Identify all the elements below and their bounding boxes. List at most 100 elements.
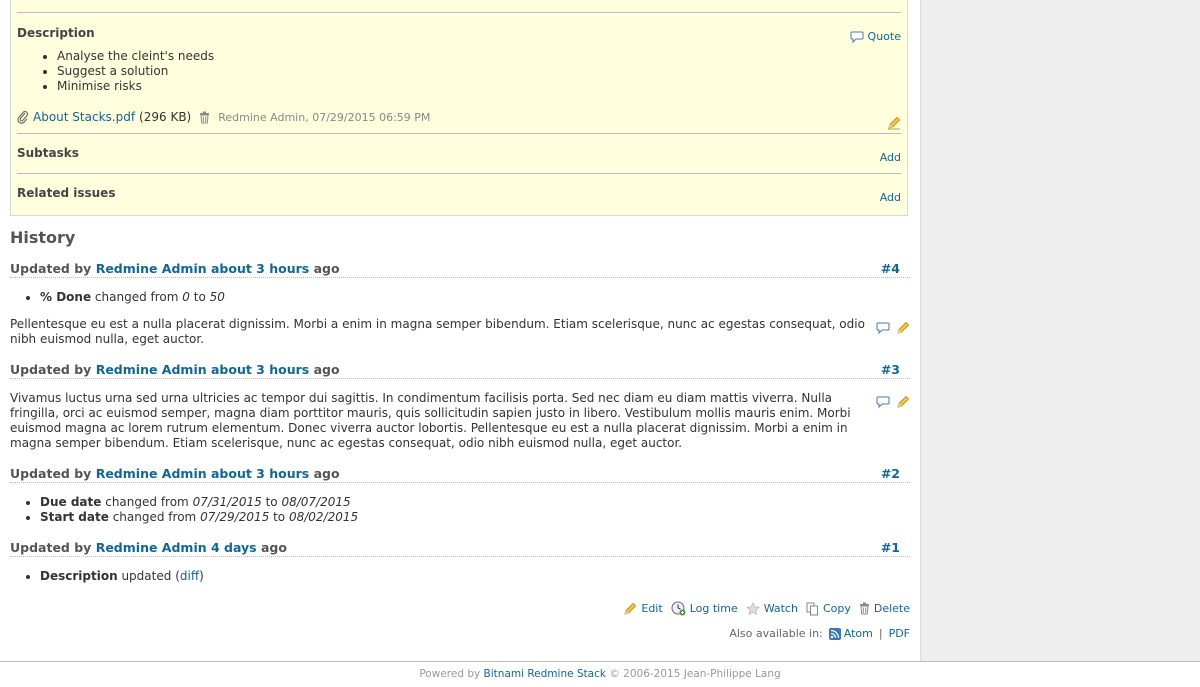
edit-link[interactable]: Edit (641, 602, 662, 615)
footer: Powered by Bitnami Redmine Stack © 2006-… (0, 661, 1200, 687)
footer-link[interactable]: Bitnami Redmine Stack (484, 668, 606, 680)
detail-verb: changed from (112, 510, 197, 524)
pencil-icon[interactable] (887, 116, 901, 130)
edit-icon (623, 602, 637, 616)
divider (17, 12, 901, 13)
detail-verb: updated (121, 569, 172, 583)
quote-label: Quote (867, 30, 901, 43)
author-link[interactable]: Redmine Admin (96, 466, 207, 481)
detail-from: 07/31/2015 (192, 495, 262, 509)
updated-by-label: Updated by (10, 540, 92, 555)
detail-from: 0 (182, 290, 190, 304)
powered-by-label: Powered by (419, 668, 481, 680)
ago-label: ago (260, 540, 287, 555)
journal-actions (876, 395, 910, 409)
detail-from: 07/29/2015 (200, 510, 270, 524)
journal-number-link[interactable]: #4 (881, 261, 900, 276)
copy-link[interactable]: Copy (823, 602, 851, 615)
time-link[interactable]: about 3 hours (211, 261, 309, 276)
journal-number-link[interactable]: #1 (881, 540, 900, 555)
quote-link[interactable]: Quote (850, 30, 901, 43)
paren-close: ) (199, 569, 204, 583)
add-subtask-link[interactable]: Add (880, 151, 901, 164)
detail-to-word: to (273, 510, 286, 524)
other-formats: Also available in: Atom | PDF (729, 627, 910, 640)
journal-header: Updated by Redmine Admin 4 days ago #1 (10, 540, 910, 557)
author-link[interactable]: Redmine Admin (96, 362, 207, 377)
history-heading: History (10, 228, 76, 247)
rss-feed-icon (828, 627, 841, 640)
detail-field: Due date (40, 495, 102, 509)
copy-icon (806, 602, 819, 616)
journal-number-link[interactable]: #3 (881, 362, 900, 377)
clock-icon (671, 601, 686, 616)
detail-to: 08/02/2015 (288, 510, 359, 524)
detail-field: % Done (40, 290, 92, 304)
ago-label: ago (313, 261, 340, 276)
updated-by-label: Updated by (10, 466, 92, 481)
issue-details-box: Description Quote Analyse the cleint's n… (10, 0, 908, 216)
add-related-issue-link[interactable]: Add (880, 191, 901, 204)
journal-detail: Start date changed from 07/29/2015 to 08… (40, 510, 358, 525)
delete-icon (859, 602, 870, 615)
divider (17, 173, 901, 174)
quote-comment-icon[interactable] (876, 321, 890, 335)
ago-label: ago (313, 362, 340, 377)
journal-header: Updated by Redmine Admin about 3 hours a… (10, 362, 910, 379)
diff-link[interactable]: diff (180, 569, 199, 583)
sidebar (920, 0, 1200, 661)
time-link[interactable]: about 3 hours (211, 362, 309, 377)
time-link[interactable]: about 3 hours (211, 466, 309, 481)
detail-verb: changed from (94, 290, 179, 304)
journal-detail: Due date changed from 07/31/2015 to 08/0… (40, 495, 358, 510)
description-list: Analyse the cleint's needs Suggest a sol… (31, 49, 214, 94)
formats-label: Also available in: (729, 627, 823, 640)
detail-to-word: to (265, 495, 278, 509)
journal-header: Updated by Redmine Admin about 3 hours a… (10, 261, 910, 278)
pdf-link[interactable]: PDF (889, 627, 910, 640)
atom-link[interactable]: Atom (844, 627, 873, 640)
subtasks-heading: Subtasks (17, 146, 79, 160)
related-issues-heading: Related issues (17, 186, 116, 200)
updated-by-label: Updated by (10, 261, 92, 276)
journal-details: % Done changed from 0 to 50 (20, 290, 225, 305)
author-link[interactable]: Redmine Admin (96, 261, 207, 276)
attachment-size: (296 KB) (139, 110, 192, 124)
quote-comment-icon[interactable] (876, 395, 890, 409)
ago-label: ago (313, 466, 340, 481)
main-content: Description Quote Analyse the cleint's n… (0, 0, 920, 661)
star-icon (745, 601, 760, 616)
journal-detail: Description updated (diff) (40, 569, 204, 584)
watch-link[interactable]: Watch (764, 602, 798, 615)
log-time-link[interactable]: Log time (690, 602, 738, 615)
journal-details: Description updated (diff) (20, 569, 204, 584)
detail-field: Start date (40, 510, 109, 524)
description-item: Minimise risks (57, 79, 214, 94)
description-item: Analyse the cleint's needs (57, 49, 214, 64)
edit-pencil-icon[interactable] (896, 395, 910, 409)
journal-notes: Pellentesque eu est a nulla placerat dig… (10, 317, 865, 346)
edit-pencil-icon[interactable] (896, 321, 910, 335)
detail-to: 08/07/2015 (281, 495, 351, 509)
trash-icon[interactable] (199, 111, 210, 124)
journal-actions (876, 321, 910, 335)
paperclip-icon (17, 110, 29, 124)
time-link[interactable]: 4 days (211, 540, 257, 555)
updated-by-label: Updated by (10, 362, 92, 377)
detail-field: Description (40, 569, 118, 583)
delete-link[interactable]: Delete (874, 602, 910, 615)
journal-header: Updated by Redmine Admin about 3 hours a… (10, 466, 910, 483)
journal-details: Due date changed from 07/31/2015 to 08/0… (20, 495, 358, 525)
attachment-meta: Redmine Admin, 07/29/2015 06:59 PM (218, 110, 431, 124)
journal-number-link[interactable]: #2 (881, 466, 900, 481)
detail-to-word: to (193, 290, 206, 304)
copyright: © 2006-2015 Jean-Philippe Lang (609, 668, 781, 680)
issue-actions: Edit Log time Watch Copy Delete (623, 601, 910, 616)
author-link[interactable]: Redmine Admin (96, 540, 207, 555)
description-heading: Description (17, 26, 95, 40)
attachment-row: About Stacks.pdf (296 KB) Redmine Admin,… (17, 110, 430, 124)
journal-notes: Vivamus luctus urna sed urna ultricies a… (10, 391, 851, 450)
comment-icon (850, 31, 864, 43)
attachment-link[interactable]: About Stacks.pdf (33, 110, 135, 124)
divider (17, 133, 901, 134)
